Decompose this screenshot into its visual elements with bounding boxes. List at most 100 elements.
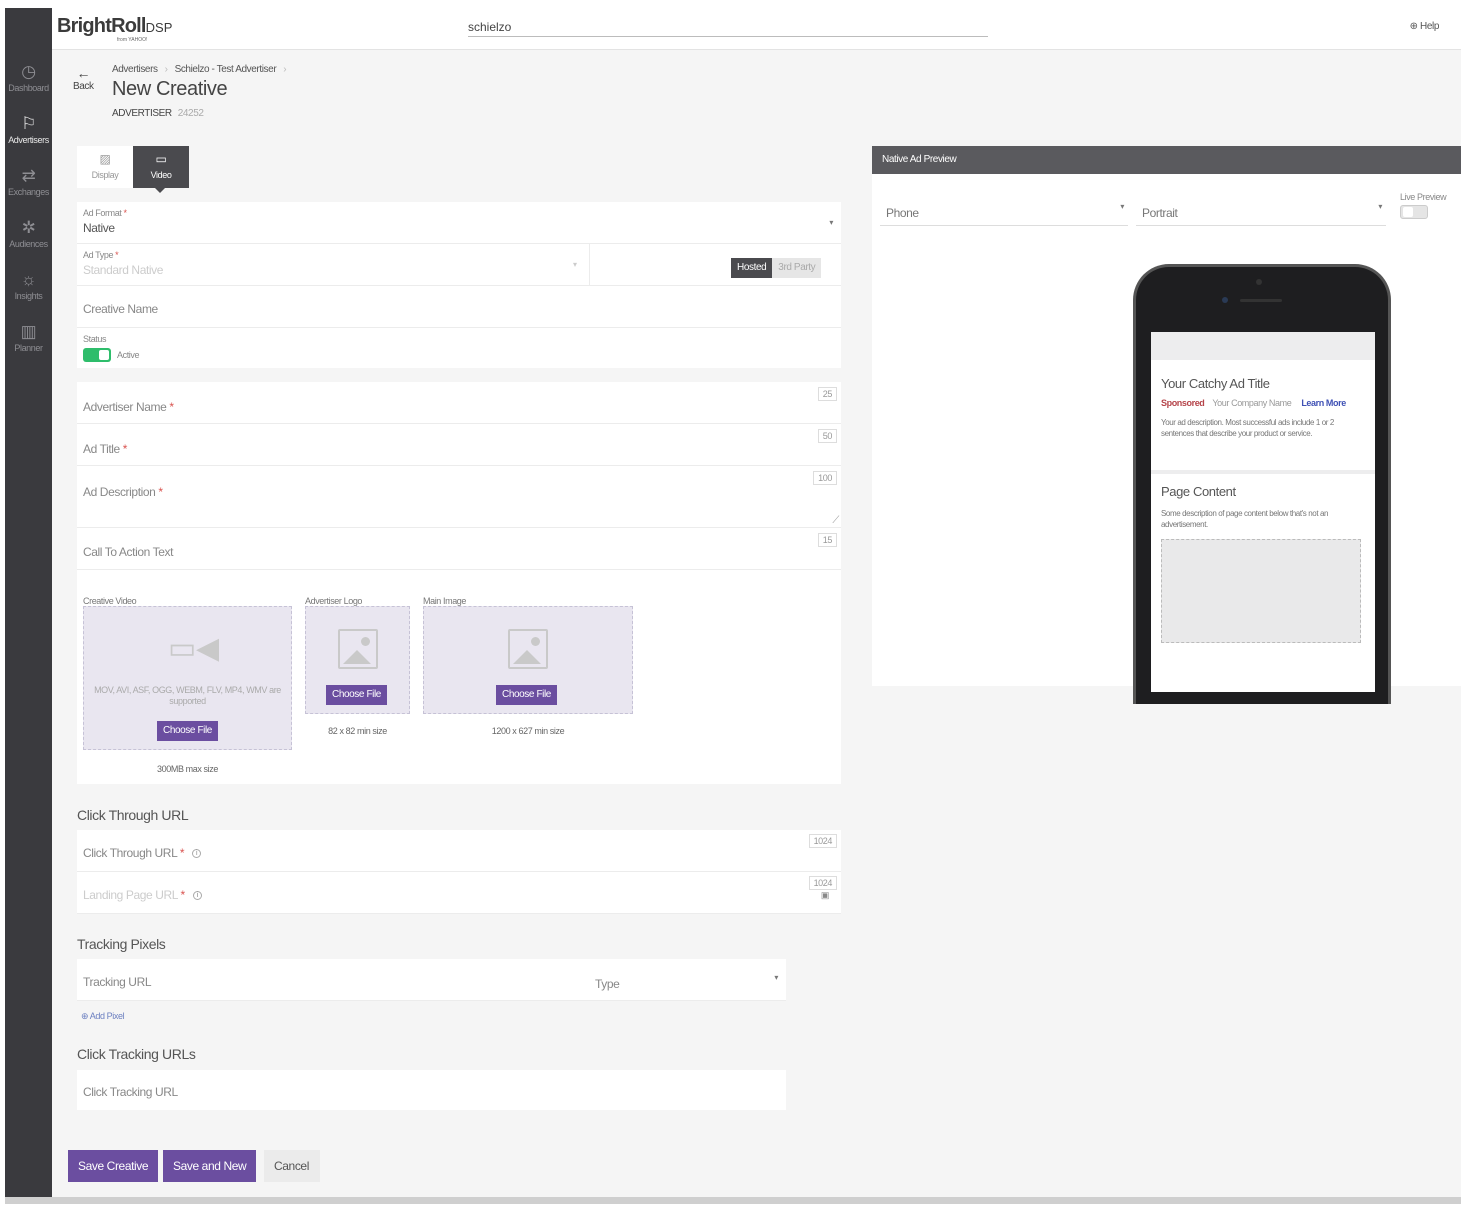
video-camera-icon: ▭ [155, 152, 167, 166]
sidebar-item-advertisers[interactable]: ⚐ Advertisers [5, 114, 52, 146]
sidebar-item-label: Advertisers [8, 135, 49, 145]
preview-ad-title: Your Catchy Ad Title [1161, 376, 1270, 391]
preview-ad-description: Your ad description. Most successful ads… [1161, 418, 1334, 438]
native-assets-form: Advertiser Name * 25 Ad Title * 50 Ad De… [77, 382, 841, 784]
image-placeholder-icon [508, 629, 548, 669]
creative-name-field[interactable]: Creative Name [77, 286, 841, 328]
top-bar: BrightRollDSP from YAHOO! ⊕ Help [52, 8, 1461, 50]
char-counter: 1024 [808, 876, 837, 890]
tab-video[interactable]: ▭ Video [133, 146, 189, 193]
char-counter: 1024 [808, 834, 837, 848]
advertiser-logo-dropzone[interactable]: Choose File [305, 606, 410, 714]
main-image-dropzone[interactable]: Choose File [423, 606, 633, 714]
choose-logo-button[interactable]: Choose File [326, 685, 387, 705]
status-row: Status Active [77, 328, 841, 368]
char-counter: 100 [813, 471, 837, 485]
search-input[interactable] [468, 17, 988, 37]
back-button[interactable]: ← Back [73, 65, 94, 92]
char-counter: 50 [817, 429, 837, 443]
plus-circle-icon: ⊕ [81, 1011, 89, 1021]
advertiser-id-line: ADVERTISER 24252 [112, 108, 204, 119]
sidebar-item-audiences[interactable]: ✲ Audiences [5, 218, 52, 250]
caret-down-icon: ▾ [829, 218, 833, 227]
tracking-pixel-row: Tracking URL Type ▾ [77, 959, 786, 1001]
exchange-arrows-icon: ⇄ [21, 166, 36, 185]
page-title: New Creative [112, 78, 228, 100]
app-frame: ◷ Dashboard ⚐ Advertisers ⇄ Exchanges ✲ … [5, 8, 1461, 1204]
live-preview-label: Live Preview [1400, 192, 1447, 202]
caret-down-icon: ▾ [1378, 202, 1382, 211]
landing-page-url-field[interactable]: Landing Page URL * i 1024 ▣ [77, 872, 841, 914]
sidebar-item-insights[interactable]: ☼ Insights [5, 270, 52, 302]
cancel-button[interactable]: Cancel [264, 1150, 320, 1182]
sidebar-item-label: Dashboard [8, 83, 49, 93]
sidebar-item-label: Planner [14, 343, 43, 353]
sidebar-item-label: Insights [14, 291, 43, 301]
ad-description-field[interactable]: Ad Description * 100 ⟋ [77, 466, 841, 528]
native-ad-preview-panel: Native Ad Preview Phone ▾ Portrait ▾ Liv… [872, 146, 1461, 704]
orientation-select[interactable]: Portrait ▾ [1136, 198, 1386, 226]
bar-chart-icon: ▥ [20, 322, 37, 341]
ad-format-select[interactable]: Ad Format * Native ▾ [77, 202, 841, 244]
sidebar-item-label: Audiences [9, 239, 48, 249]
sidebar-item-planner[interactable]: ▥ Planner [5, 322, 52, 354]
lightbulb-icon: ☼ [20, 270, 37, 289]
help-link[interactable]: ⊕ Help [1409, 21, 1440, 32]
ad-type-select: Standard Native [83, 263, 164, 277]
preview-page-title: Page Content [1161, 484, 1236, 499]
ad-title-field[interactable]: Ad Title * 50 [77, 424, 841, 466]
phone-mockup: Your Catchy Ad Title Sponsored Your Compa… [1133, 264, 1391, 704]
hosted-option[interactable]: Hosted [731, 258, 773, 278]
flag-icon: ⚐ [21, 114, 36, 133]
status-toggle[interactable] [83, 348, 111, 362]
click-through-form: Click Through URL * i 1024 Landing Page U… [77, 830, 841, 914]
info-icon[interactable]: i [192, 849, 202, 859]
tracking-url-field[interactable]: Tracking URL [77, 959, 589, 1001]
choose-video-button[interactable]: Choose File [157, 721, 218, 741]
preview-title: Native Ad Preview [872, 146, 1461, 174]
arrow-left-icon: ← [76, 65, 91, 81]
save-creative-button[interactable]: Save Creative [68, 1150, 159, 1182]
tracking-pixels-title: Tracking Pixels [77, 936, 166, 952]
breadcrumb-advertiser[interactable]: Schielzo - Test Advertiser [175, 64, 277, 75]
info-icon[interactable]: i [192, 891, 202, 901]
audiences-icon: ✲ [21, 218, 36, 237]
hosting-toggle: Hosted 3rd Party [731, 257, 822, 278]
advertiser-name-field[interactable]: Advertiser Name * 25 [77, 382, 841, 424]
click-tracking-title: Click Tracking URLs [77, 1046, 196, 1062]
help-icon: ⊕ [1409, 21, 1418, 32]
image-placeholder-icon [338, 629, 378, 669]
add-pixel-button[interactable]: ⊕ Add Pixel [81, 1011, 125, 1022]
save-and-new-button[interactable]: Save and New [163, 1150, 257, 1182]
video-camera-icon: ▭◀ [168, 632, 219, 665]
sidebar-item-label: Exchanges [8, 187, 49, 197]
caret-down-icon: ▾ [573, 260, 577, 269]
click-through-title: Click Through URL [77, 807, 189, 823]
device-select[interactable]: Phone ▾ [880, 198, 1128, 226]
char-counter: 25 [817, 387, 837, 401]
cta-text-field[interactable]: Call To Action Text 15 [77, 528, 841, 570]
breadcrumb-advertisers[interactable]: Advertisers [112, 64, 158, 75]
preview-page-description: Some description of page content below t… [1161, 509, 1329, 529]
breadcrumb: Advertisers › Schielzo - Test Advertiser › [112, 64, 287, 75]
sidebar-item-exchanges[interactable]: ⇄ Exchanges [5, 166, 52, 198]
phone-screen: Your Catchy Ad Title Sponsored Your Compa… [1151, 332, 1375, 692]
choose-image-button[interactable]: Choose File [496, 685, 557, 705]
creative-basic-form: Ad Format * Native ▾ Ad Type * Standard … [77, 202, 841, 368]
preview-ad-meta: Sponsored Your Company Name Learn More [1161, 398, 1346, 408]
resize-handle-icon[interactable]: ⟋ [832, 515, 839, 526]
tab-display[interactable]: ▨ Display [77, 146, 133, 188]
bottom-scrollbar[interactable] [5, 1197, 1461, 1204]
char-counter: 15 [817, 533, 837, 547]
tracking-type-select[interactable]: Type ▾ [589, 959, 786, 1001]
lock-icon: ▣ [820, 890, 830, 900]
click-tracking-url-field[interactable]: Click Tracking URL [77, 1070, 786, 1110]
learn-more-link[interactable]: Learn More [1301, 398, 1346, 408]
sidebar-item-dashboard[interactable]: ◷ Dashboard [5, 63, 52, 94]
click-through-url-field[interactable]: Click Through URL * i 1024 [77, 830, 841, 872]
brand-logo[interactable]: BrightRollDSP from YAHOO! [57, 15, 172, 43]
third-party-option[interactable]: 3rd Party [772, 258, 822, 278]
creative-video-dropzone[interactable]: ▭◀ MOV, AVI, ASF, OGG, WEBM, FLV, MP4, W… [83, 606, 292, 750]
caret-down-icon: ▾ [774, 973, 778, 982]
live-preview-toggle[interactable] [1400, 205, 1428, 219]
